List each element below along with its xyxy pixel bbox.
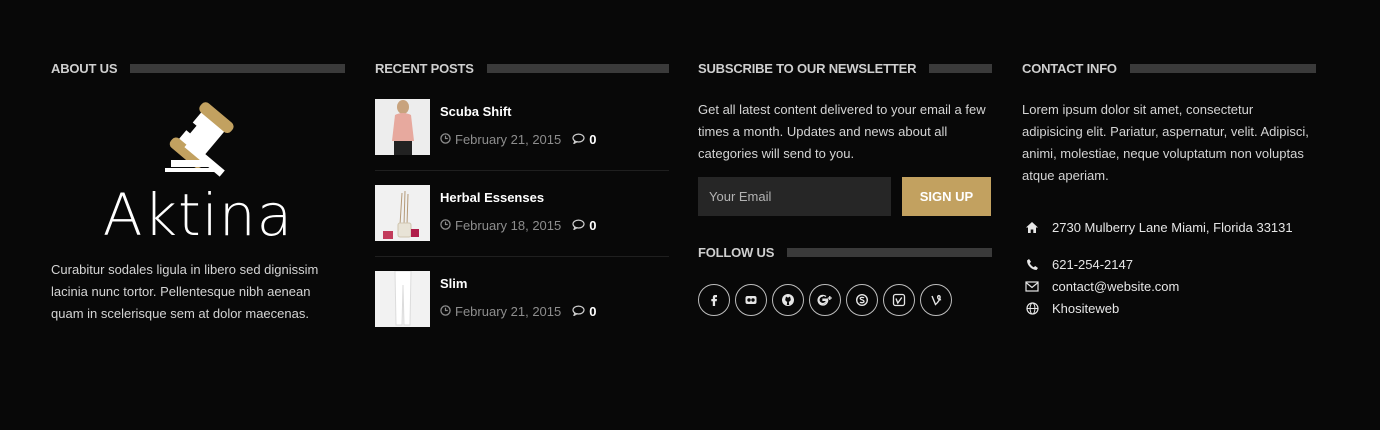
comment-icon [572,304,585,319]
widget-title: SUBSCRIBE TO OUR NEWSLETTER [698,60,992,76]
newsletter-description: Get all latest content delivered to your… [698,102,986,161]
sign-up-button[interactable]: SIGN UP [902,177,991,216]
post-date: February 21, 2015 [455,132,562,147]
title-bar [787,247,992,257]
post-thumbnail[interactable] [375,185,430,241]
newsletter-title: SUBSCRIBE TO OUR NEWSLETTER [698,60,917,76]
social-links [698,284,957,316]
about-widget: ABOUT US Aktina Curabitur sodales ligula… [51,60,345,321]
post-title[interactable]: Scuba Shift [440,104,512,119]
post-thumbnail[interactable] [375,99,430,155]
follow-us-title-row: FOLLOW US [698,244,992,260]
recent-posts-widget: RECENT POSTS Scuba Shift February 21, 20… [375,60,669,327]
title-bar [1129,63,1316,73]
follow-us-title: FOLLOW US [698,244,775,260]
vimeo-icon[interactable] [883,284,915,316]
envelope-icon [1025,280,1039,294]
post-divider [375,256,669,257]
address-text: 2730 Mulberry Lane Miami, Florida 33131 [1052,220,1293,235]
about-title: ABOUT US [51,60,118,76]
post-item[interactable]: Herbal Essenses February 18, 2015 0 [375,185,669,241]
site-logo[interactable]: Aktina [51,100,345,249]
skype-icon[interactable] [846,284,878,316]
post-meta: February 18, 2015 0 [440,218,596,233]
github-icon[interactable] [772,284,804,316]
comment-icon [572,218,585,233]
newsletter-widget: SUBSCRIBE TO OUR NEWSLETTER Get all late… [698,60,992,316]
widget-title: CONTACT INFO [1022,60,1316,76]
home-icon [1025,221,1039,235]
comment-count[interactable]: 0 [589,132,596,147]
contact-website: Khositeweb [1022,301,1119,316]
contact-title: CONTACT INFO [1022,60,1117,76]
clock-icon [440,218,451,233]
widget-title: RECENT POSTS [375,60,669,76]
about-description: Curabitur sodales ligula in libero sed d… [51,262,319,321]
website-link[interactable]: Khositeweb [1052,301,1119,316]
phone-text[interactable]: 621-254-2147 [1052,257,1133,272]
gavel-icon [165,102,234,177]
post-divider [375,170,669,171]
recent-posts-title: RECENT POSTS [375,60,474,76]
widget-title: ABOUT US [51,60,345,76]
contact-description: Lorem ipsum dolor sit amet, consectetur … [1022,102,1309,183]
post-item[interactable]: Scuba Shift February 21, 2015 0 [375,99,669,155]
globe-icon [1025,302,1039,316]
google-plus-icon[interactable] [809,284,841,316]
post-title[interactable]: Herbal Essenses [440,190,544,205]
title-bar [929,63,992,73]
post-date: February 21, 2015 [455,304,562,319]
post-title[interactable]: Slim [440,276,467,291]
post-date: February 18, 2015 [455,218,562,233]
comment-count[interactable]: 0 [589,304,596,319]
clock-icon [440,132,451,147]
title-bar [486,63,669,73]
contact-phone: 621-254-2147 [1022,257,1133,272]
facebook-icon[interactable] [698,284,730,316]
post-meta: February 21, 2015 0 [440,132,596,147]
contact-address: 2730 Mulberry Lane Miami, Florida 33131 [1022,220,1293,235]
contact-widget: CONTACT INFO Lorem ipsum dolor sit amet,… [1022,60,1316,316]
email-input[interactable] [698,177,891,216]
email-link[interactable]: contact@website.com [1052,279,1179,294]
comment-icon [572,132,585,147]
post-thumbnail[interactable] [375,271,430,327]
logo-wordmark: Aktina [102,181,294,249]
contact-email: contact@website.com [1022,279,1179,294]
title-bar [130,63,345,73]
post-item[interactable]: Slim February 21, 2015 0 [375,271,669,327]
clock-icon [440,304,451,319]
vine-icon[interactable] [920,284,952,316]
flickr-icon[interactable] [735,284,767,316]
phone-icon [1025,258,1039,272]
comment-count[interactable]: 0 [589,218,596,233]
post-meta: February 21, 2015 0 [440,304,596,319]
